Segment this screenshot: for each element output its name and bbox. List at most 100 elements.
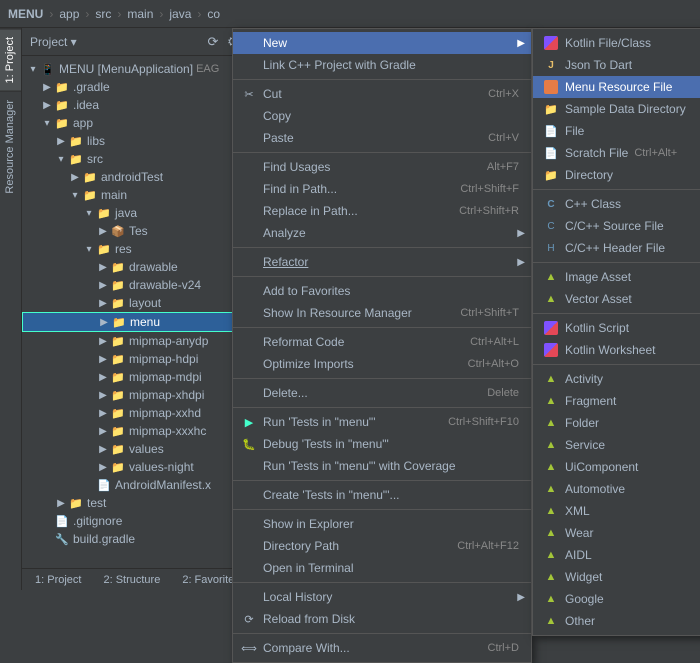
menu-item-run-tests[interactable]: ▶ Run 'Tests in "menu"' Ctrl+Shift+F10 <box>233 411 531 433</box>
menu-item-cut[interactable]: ✂ Cut Ctrl+X <box>233 83 531 105</box>
menu-item-replace-path[interactable]: Replace in Path... Ctrl+Shift+R <box>233 200 531 222</box>
breadcrumb-co[interactable]: co <box>207 7 220 21</box>
menu-item-run-coverage[interactable]: Run 'Tests in "menu"' with Coverage <box>233 455 531 477</box>
menu-item-link-cpp[interactable]: Link C++ Project with Gradle <box>233 54 531 76</box>
submenu-item-xml[interactable]: ▲ XML <box>533 500 700 522</box>
sidebar-item-resource-manager[interactable]: Resource Manager <box>0 91 21 202</box>
menu-item-label: New <box>263 36 519 50</box>
menu-item-debug-tests[interactable]: 🐛 Debug 'Tests in "menu"' <box>233 433 531 455</box>
menu-item-show-resource[interactable]: Show In Resource Manager Ctrl+Shift+T <box>233 302 531 324</box>
submenu-item-widget[interactable]: ▲ Widget <box>533 566 700 588</box>
menu-label[interactable]: MENU <box>8 7 43 21</box>
tree-item[interactable]: ▶ 📁 mipmap-anydp <box>22 332 249 350</box>
menu-item-copy[interactable]: Copy <box>233 105 531 127</box>
menu-item-delete[interactable]: Delete... Delete <box>233 382 531 404</box>
tree-item[interactable]: ▶ 📁 drawable-v24 <box>22 276 249 294</box>
tree-item[interactable]: ▾ 📁 java <box>22 204 249 222</box>
tree-item[interactable]: ▾ 📁 src <box>22 150 249 168</box>
submenu-item-kotlin-file[interactable]: Kotlin File/Class <box>533 32 700 54</box>
menu-item-analyze[interactable]: Analyze ▶ <box>233 222 531 244</box>
directory-icon: 📁 <box>543 167 559 183</box>
submenu-item-kotlin-script[interactable]: Kotlin Script <box>533 317 700 339</box>
tree-item[interactable]: ▶ 📁 androidTest <box>22 168 249 186</box>
menu-item-find-usages[interactable]: Find Usages Alt+F7 <box>233 156 531 178</box>
submenu-item-cpp-class[interactable]: C C++ Class <box>533 193 700 215</box>
tree-item[interactable]: 🔧 build.gradle <box>22 530 249 548</box>
tree-item-label: AndroidManifest.x <box>115 478 211 492</box>
menu-item-compare[interactable]: ⟺ Compare With... Ctrl+D <box>233 637 531 659</box>
tree-item-label: drawable-v24 <box>129 278 201 292</box>
menu-item-optimize[interactable]: Optimize Imports Ctrl+Alt+O <box>233 353 531 375</box>
submenu-item-other[interactable]: ▲ Other <box>533 610 700 632</box>
submenu-item-cpp-header[interactable]: H C/C++ Header File <box>533 237 700 259</box>
submenu-item-file[interactable]: 📄 File <box>533 120 700 142</box>
tree-item[interactable]: ▶ 📁 values <box>22 440 249 458</box>
submenu-item-kotlin-worksheet[interactable]: Kotlin Worksheet <box>533 339 700 361</box>
sidebar-item-project[interactable]: 1: Project <box>0 28 21 91</box>
submenu-item-label: Scratch File <box>565 146 628 160</box>
menu-item-reformat[interactable]: Reformat Code Ctrl+Alt+L <box>233 331 531 353</box>
submenu-item-cpp-source[interactable]: C C/C++ Source File <box>533 215 700 237</box>
menu-item-dir-path[interactable]: Directory Path Ctrl+Alt+F12 <box>233 535 531 557</box>
submenu-item-activity[interactable]: ▲ Activity <box>533 368 700 390</box>
submenu-item-wear[interactable]: ▲ Wear <box>533 522 700 544</box>
breadcrumb-app[interactable]: app <box>59 7 79 21</box>
menu-item-label: Replace in Path... <box>263 204 439 218</box>
tree-item[interactable]: ▶ 📁 .gradle <box>22 78 249 96</box>
tree-item[interactable]: ▶ 📁 mipmap-xhdpi <box>22 386 249 404</box>
tree-item[interactable]: ▶ 📁 mipmap-hdpi <box>22 350 249 368</box>
tree-item[interactable]: ▶ 📦 Tes <box>22 222 249 240</box>
tree-item[interactable]: ▾ 📁 app <box>22 114 249 132</box>
submenu-item-image-asset[interactable]: ▲ Image Asset <box>533 266 700 288</box>
tree-item[interactable]: ▾ 📁 res <box>22 240 249 258</box>
menu-item-create-tests[interactable]: Create 'Tests in "menu"'... <box>233 484 531 506</box>
tree-item-menu[interactable]: ▶ 📁 menu <box>22 312 249 332</box>
submenu-item-label: Fragment <box>565 394 616 408</box>
tree-item[interactable]: ▶ 📁 libs <box>22 132 249 150</box>
tree-item[interactable]: ▶ 📁 mipmap-xxxhc <box>22 422 249 440</box>
tree-item[interactable]: 📄 .gitignore <box>22 512 249 530</box>
tree-item[interactable]: ▶ 📁 mipmap-xxhd <box>22 404 249 422</box>
menu-item-find-path[interactable]: Find in Path... Ctrl+Shift+F <box>233 178 531 200</box>
tree-item[interactable]: ▶ 📁 test <box>22 494 249 512</box>
tree-item[interactable]: 📄 AndroidManifest.x <box>22 476 249 494</box>
tree-item[interactable]: ▶ 📁 layout <box>22 294 249 312</box>
submenu-item-service[interactable]: ▲ Service <box>533 434 700 456</box>
cpp-header-icon: H <box>543 240 559 256</box>
tree-item-label: values <box>129 442 164 456</box>
bottom-tab-structure[interactable]: 2: Structure <box>94 571 169 589</box>
menu-item-add-favorites[interactable]: Add to Favorites <box>233 280 531 302</box>
breadcrumb-main[interactable]: main <box>127 7 153 21</box>
menu-item-terminal[interactable]: Open in Terminal <box>233 557 531 579</box>
menu-item-paste[interactable]: Paste Ctrl+V <box>233 127 531 149</box>
submenu-item-aidl[interactable]: ▲ AIDL <box>533 544 700 566</box>
menu-item-new[interactable]: New ▶ <box>233 32 531 54</box>
menu-item-refactor[interactable]: Refactor ▶ <box>233 251 531 273</box>
breadcrumb-java[interactable]: java <box>169 7 191 21</box>
folder-icon: 📁 <box>110 333 126 349</box>
tree-root[interactable]: ▾ 📱 MENU [MenuApplication] EAG <box>22 60 249 78</box>
submenu-item-google[interactable]: ▲ Google <box>533 588 700 610</box>
submenu-item-vector-asset[interactable]: ▲ Vector Asset <box>533 288 700 310</box>
tree-item[interactable]: ▶ 📁 .idea <box>22 96 249 114</box>
tree-item[interactable]: ▾ 📁 main <box>22 186 249 204</box>
tree-item[interactable]: ▶ 📁 mipmap-mdpi <box>22 368 249 386</box>
menu-item-show-explorer[interactable]: Show in Explorer <box>233 513 531 535</box>
submenu-item-json-dart[interactable]: J Json To Dart <box>533 54 700 76</box>
breadcrumb-src[interactable]: src <box>95 7 111 21</box>
tree-item[interactable]: ▶ 📁 drawable <box>22 258 249 276</box>
submenu-item-sample-data[interactable]: 📁 Sample Data Directory <box>533 98 700 120</box>
sync-icon[interactable]: ⟳ <box>205 34 221 50</box>
submenu-item-directory[interactable]: 📁 Directory <box>533 164 700 186</box>
menu-item-local-history[interactable]: Local History ▶ <box>233 586 531 608</box>
tree-item-label: main <box>101 188 127 202</box>
submenu-item-scratch-file[interactable]: 📄 Scratch File Ctrl+Alt+ <box>533 142 700 164</box>
bottom-tab-project[interactable]: 1: Project <box>26 571 90 589</box>
submenu-item-uicomponent[interactable]: ▲ UiComponent <box>533 456 700 478</box>
submenu-item-automotive[interactable]: ▲ Automotive <box>533 478 700 500</box>
menu-item-reload[interactable]: ⟳ Reload from Disk <box>233 608 531 630</box>
submenu-item-menu-resource[interactable]: Menu Resource File <box>533 76 700 98</box>
submenu-item-fragment[interactable]: ▲ Fragment <box>533 390 700 412</box>
tree-item[interactable]: ▶ 📁 values-night <box>22 458 249 476</box>
submenu-item-folder[interactable]: ▲ Folder <box>533 412 700 434</box>
